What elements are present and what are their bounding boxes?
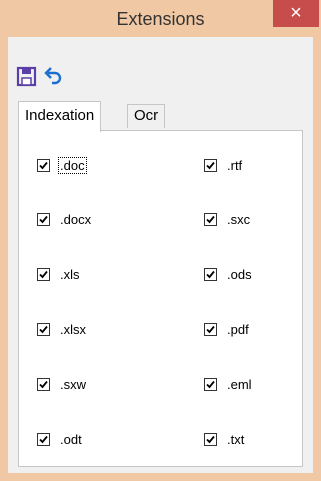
extension-ods[interactable]: .ods (204, 264, 253, 284)
check-icon (206, 435, 215, 443)
extension-xls[interactable]: .xls (37, 264, 81, 284)
check-icon (39, 380, 48, 388)
extension-label: .xlsx (60, 321, 86, 337)
extension-label: .txt (227, 431, 245, 447)
save-button[interactable] (16, 65, 38, 87)
checkbox[interactable] (37, 267, 50, 281)
checkbox[interactable] (204, 432, 217, 446)
check-icon (206, 270, 215, 278)
checkbox[interactable] (204, 322, 217, 336)
extension-label: .docx (60, 211, 92, 227)
extension-label: .pdf (227, 321, 249, 337)
extension-label: .xls (60, 266, 80, 282)
undo-arrow-icon (42, 67, 64, 91)
checkbox[interactable] (204, 158, 217, 172)
extensions-window: Extensions × Indexation Ocr .doc .docx .… (0, 0, 321, 481)
extension-doc[interactable]: .doc (37, 155, 87, 175)
tab-indexation[interactable]: Indexation (18, 101, 102, 132)
checkbox[interactable] (37, 322, 50, 336)
tab-ocr[interactable]: Ocr (127, 104, 166, 128)
extension-rtf[interactable]: .rtf (204, 155, 243, 175)
client-area: Indexation Ocr .doc .docx .xls .xlsx .sx… (8, 37, 313, 473)
check-icon (206, 325, 215, 333)
extension-pdf[interactable]: .pdf (204, 319, 250, 339)
checkbox[interactable] (37, 432, 50, 446)
extension-docx[interactable]: .docx (37, 209, 92, 229)
checkbox[interactable] (37, 158, 50, 172)
toolbar (16, 65, 96, 87)
extension-label: .odt (60, 431, 82, 447)
tab-strip: Indexation Ocr (18, 101, 318, 132)
extension-label: .rtf (227, 157, 243, 173)
check-icon (39, 435, 48, 443)
extension-txt[interactable]: .txt (204, 429, 245, 449)
extension-sxw[interactable]: .sxw (37, 374, 87, 394)
check-icon (39, 270, 48, 278)
close-button[interactable]: × (273, 0, 319, 27)
checkbox[interactable] (37, 377, 50, 391)
extension-label: .eml (227, 376, 252, 392)
extension-xlsx[interactable]: .xlsx (37, 319, 87, 339)
extension-label: .sxc (227, 211, 251, 227)
extension-label: .doc (58, 156, 87, 174)
check-icon (206, 161, 215, 169)
check-icon (206, 215, 215, 223)
checkbox[interactable] (204, 377, 217, 391)
indexation-panel: .doc .docx .xls .xlsx .sxw .odt .rtf .sx… (18, 130, 303, 467)
check-icon (206, 380, 215, 388)
extension-label: .ods (227, 266, 252, 282)
extension-odt[interactable]: .odt (37, 429, 83, 449)
floppy-disk-icon (16, 66, 38, 91)
extension-label: .sxw (60, 376, 86, 392)
checkbox[interactable] (37, 212, 50, 226)
check-icon (39, 325, 48, 333)
undo-button[interactable] (42, 65, 64, 87)
checkbox[interactable] (204, 212, 217, 226)
checkbox[interactable] (204, 267, 217, 281)
title-bar[interactable]: Extensions × (0, 0, 321, 37)
check-icon (39, 215, 48, 223)
check-icon (39, 161, 48, 169)
extension-sxc[interactable]: .sxc (204, 209, 251, 229)
extension-eml[interactable]: .eml (204, 374, 253, 394)
